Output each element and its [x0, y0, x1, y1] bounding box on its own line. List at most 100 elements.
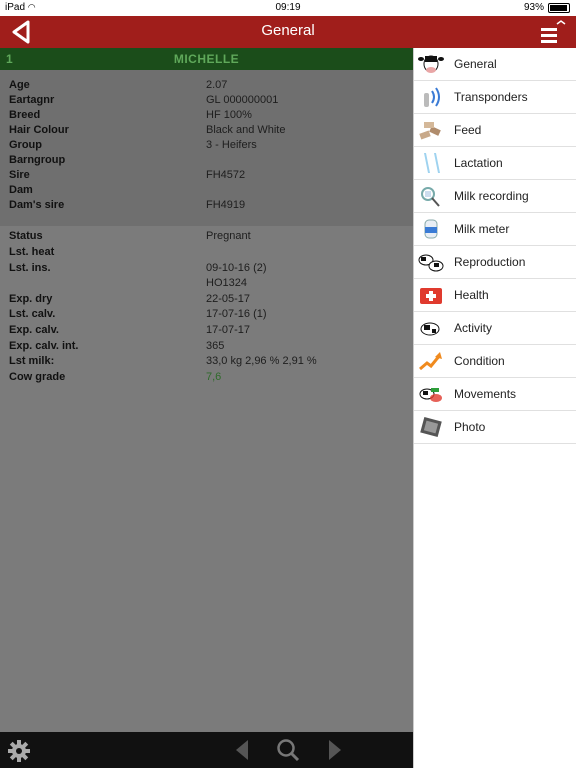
detail-label: Sire	[9, 169, 30, 181]
detail-value: 17-07-16 (1)	[206, 308, 267, 320]
sidebar-item-health[interactable]: Health	[414, 279, 576, 312]
detail-label: Age	[9, 79, 30, 91]
sidebar-item-photo[interactable]: Photo	[414, 411, 576, 444]
detail-label: Group	[9, 139, 42, 151]
photo-icon	[420, 416, 442, 438]
detail-row: Age 2.07	[0, 79, 413, 95]
detail-row: Lst. ins. 09-10-16 (2)	[0, 262, 413, 278]
detail-value: HF 100%	[206, 109, 252, 121]
detail-row: Dam's sire FH4919	[0, 199, 413, 215]
milk-meter-icon	[424, 219, 438, 239]
detail-value: 365	[206, 340, 225, 352]
detail-row: Exp. dry 22-05-17	[0, 293, 413, 309]
sidebar-item-label: Reproduction	[454, 255, 526, 269]
detail-label: Eartagnr	[9, 94, 55, 106]
detail-row: Status Pregnant	[0, 230, 413, 246]
sidebar-item-general[interactable]: General	[414, 48, 576, 81]
sidebar-item-label: Transponders	[454, 90, 528, 104]
activity-icon	[420, 322, 440, 336]
detail-row: Barngroup	[0, 154, 413, 170]
chevron-up-icon	[556, 20, 566, 25]
app-header: General	[0, 16, 576, 48]
detail-row: HO1324	[0, 277, 413, 293]
detail-value: 7,6	[206, 371, 222, 383]
sidebar-item-label: Activity	[454, 321, 493, 335]
detail-value: 09-10-16 (2)	[206, 262, 267, 274]
detail-label: Exp. dry	[9, 293, 53, 305]
details-section-basic: Age 2.07 Eartagnr GL 000000001 Breed HF 100% H…	[0, 70, 413, 226]
detail-row: Exp. calv. 17-07-17	[0, 324, 413, 340]
cow-head-icon	[418, 55, 444, 73]
previous-arrow-icon[interactable]	[232, 738, 252, 762]
feed-icon	[419, 122, 441, 140]
detail-row: Lst. calv. 17-07-16 (1)	[0, 308, 413, 324]
movements-icon	[419, 388, 442, 402]
menu-icon[interactable]	[538, 18, 566, 46]
sidebar-item-movements[interactable]: Movements	[414, 378, 576, 411]
sidebar-item-label: Movements	[454, 387, 517, 401]
sidebar-item-milk-meter[interactable]: Milk meter	[414, 213, 576, 246]
sidebar-item-label: Feed	[454, 123, 482, 137]
detail-label: Status	[9, 230, 43, 242]
battery-indicator: 93%	[524, 2, 570, 13]
detail-value: Pregnant	[206, 230, 251, 242]
cow-banner: 1 MICHELLE	[0, 48, 413, 70]
gear-icon[interactable]	[7, 739, 31, 763]
detail-value: FH4919	[206, 199, 246, 211]
sidebar-item-feed[interactable]: Feed	[414, 114, 576, 147]
detail-label: Lst. calv.	[9, 308, 56, 320]
sidebar-item-condition[interactable]: Condition	[414, 345, 576, 378]
battery-fill	[550, 4, 567, 11]
detail-row: Sire FH4572	[0, 169, 413, 185]
detail-label: Dam	[9, 184, 33, 196]
detail-row: Group 3 - Heifers	[0, 139, 413, 155]
detail-value: GL 000000001	[206, 94, 279, 106]
search-icon[interactable]	[275, 737, 301, 763]
detail-label: Hair Colour	[9, 124, 69, 136]
detail-label: Breed	[9, 109, 41, 121]
sidebar-item-transponders[interactable]: Transponders	[414, 81, 576, 114]
detail-label: Exp. calv. int.	[9, 340, 79, 352]
detail-row: Lst. heat	[0, 246, 413, 262]
sidebar-item-label: Photo	[454, 420, 486, 434]
detail-value: 3 - Heifers	[206, 139, 257, 151]
detail-value: 17-07-17	[206, 324, 251, 336]
sidebar-item-label: Milk meter	[454, 222, 510, 236]
status-bar: iPad ◠ 09:19 93%	[0, 0, 576, 16]
sidebar-item-milk-recording[interactable]: Milk recording	[414, 180, 576, 213]
detail-value: 33,0 kg 2,96 % 2,91 %	[206, 355, 317, 367]
detail-label: Cow grade	[9, 371, 66, 383]
sidebar-item-label: Lactation	[454, 156, 503, 170]
detail-label: Lst. heat	[9, 246, 55, 258]
next-arrow-icon[interactable]	[325, 738, 345, 762]
cow-name: MICHELLE	[173, 52, 240, 66]
detail-label: Barngroup	[9, 154, 66, 166]
milk-recording-icon	[421, 187, 440, 207]
sidebar-item-label: Condition	[454, 354, 505, 368]
bottom-toolbar	[0, 732, 413, 768]
sidebar-item-reproduction[interactable]: Reproduction	[414, 246, 576, 279]
battery-icon	[548, 2, 570, 13]
detail-row: Breed HF 100%	[0, 109, 413, 125]
first-aid-icon	[420, 288, 442, 304]
sidebar-item-lactation[interactable]: Lactation	[414, 147, 576, 180]
transponder-icon	[424, 87, 440, 107]
detail-label: Dam's sire	[9, 199, 65, 211]
battery-percent: 93%	[523, 2, 544, 13]
sidebar-item-label: Milk recording	[454, 189, 529, 203]
detail-label: Exp. calv.	[9, 324, 59, 336]
detail-value: HO1324	[206, 277, 247, 289]
detail-row: Hair Colour Black and White	[0, 124, 413, 140]
sidebar-item-activity[interactable]: Activity	[414, 312, 576, 345]
sidebar-menu: General Transponders Feed Lactation Milk rec…	[413, 48, 576, 768]
clock: 09:19	[275, 2, 301, 13]
detail-value: FH4572	[206, 169, 246, 181]
detail-row: Dam	[0, 184, 413, 200]
sidebar-item-label: General	[454, 57, 497, 71]
page-title: General	[261, 22, 315, 39]
lactation-icon	[424, 153, 440, 173]
sidebar-item-label: Health	[454, 288, 489, 302]
detail-row: Exp. calv. int. 365	[0, 340, 413, 356]
condition-icon	[419, 352, 442, 371]
detail-value: 22-05-17	[206, 293, 251, 305]
